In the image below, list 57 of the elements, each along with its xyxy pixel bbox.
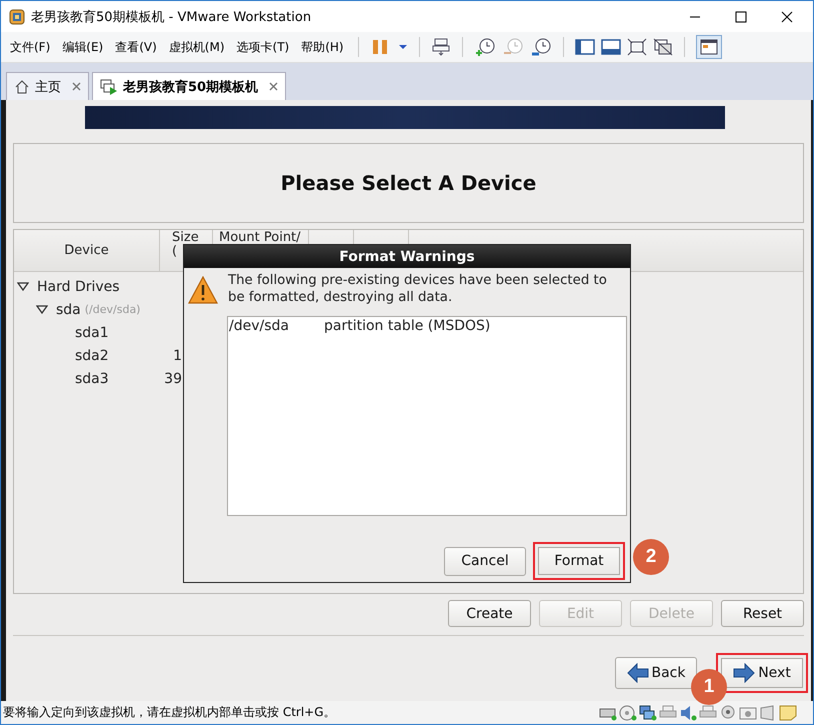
warning-icon: [188, 276, 218, 304]
menu-item[interactable]: 选项卡(T): [234, 38, 292, 56]
expander-icon[interactable]: [17, 282, 29, 292]
camera-icon[interactable]: [739, 704, 757, 720]
size-value: 39: [163, 370, 182, 386]
status-message: 要将输入定向到该虚拟机，请在虚拟机内部单击或按 Ctrl+G。: [3, 704, 337, 721]
page-heading: Please Select A Device: [280, 171, 536, 195]
next-button[interactable]: Next: [716, 653, 808, 693]
keyboard-icon[interactable]: [430, 37, 451, 57]
device-name[interactable]: sda2: [75, 348, 109, 364]
printer-icon[interactable]: [699, 704, 717, 720]
device-path: /dev/sda: [229, 318, 290, 334]
fullscreen-icon[interactable]: [626, 38, 647, 56]
snapshot-manager-icon[interactable]: [530, 37, 552, 57]
tab[interactable]: 主页: [6, 72, 89, 100]
size-value: 1: [172, 348, 182, 364]
device-name[interactable]: Hard Drives: [37, 278, 120, 294]
sidebar-icon[interactable]: [574, 38, 595, 56]
menu-item[interactable]: 文件(F): [7, 38, 54, 56]
action-button[interactable]: Create: [448, 600, 531, 627]
menu-item[interactable]: 虚拟机(M): [166, 38, 228, 56]
network-icon[interactable]: [639, 704, 657, 720]
menu-item[interactable]: 编辑(E): [59, 38, 106, 56]
menu-item[interactable]: 查看(V): [112, 38, 160, 56]
caret-icon[interactable]: [398, 43, 408, 51]
arrow-right-icon: [733, 663, 756, 683]
dialog-button[interactable]: Cancel: [444, 546, 526, 576]
device-description: partition table (MSDOS): [324, 318, 490, 334]
library-icon[interactable]: [696, 35, 722, 59]
menu-item[interactable]: 帮助(H): [298, 38, 347, 56]
home-icon: [14, 78, 30, 94]
disc-icon[interactable]: [619, 704, 637, 720]
speaker-icon[interactable]: [679, 704, 697, 720]
app-icon: [9, 8, 25, 24]
back-button[interactable]: Back: [615, 657, 697, 689]
tab[interactable]: 老男孩教育50期模板机: [92, 72, 286, 100]
arrow-left-icon: [626, 663, 648, 683]
note-icon[interactable]: [779, 704, 797, 720]
unity-icon[interactable]: [652, 38, 673, 56]
revert-icon: [502, 37, 524, 57]
console-icon[interactable]: [600, 38, 621, 56]
warning-message: The following pre-existing devices have been selected to be formatted, destroying all data.: [228, 272, 608, 306]
column-header[interactable]: Device: [14, 230, 160, 271]
expander-icon[interactable]: [36, 304, 48, 314]
dialog-button[interactable]: Format: [533, 542, 625, 580]
close-icon[interactable]: [781, 10, 793, 22]
snapshot-icon[interactable]: [474, 37, 496, 57]
dialog-title: Format Warnings: [339, 248, 475, 264]
window-title: 老男孩教育50期模板机 - VMware Workstation: [31, 8, 312, 26]
maximize-icon[interactable]: [735, 10, 747, 22]
device-name[interactable]: sda1: [75, 324, 109, 340]
action-button[interactable]: Reset: [721, 600, 804, 627]
device-name[interactable]: sda3: [75, 370, 109, 386]
device-path: (/dev/sda): [84, 303, 140, 316]
vm-icon: [100, 78, 118, 94]
webcam-icon[interactable]: [719, 704, 737, 720]
device-name[interactable]: sda: [56, 302, 81, 318]
